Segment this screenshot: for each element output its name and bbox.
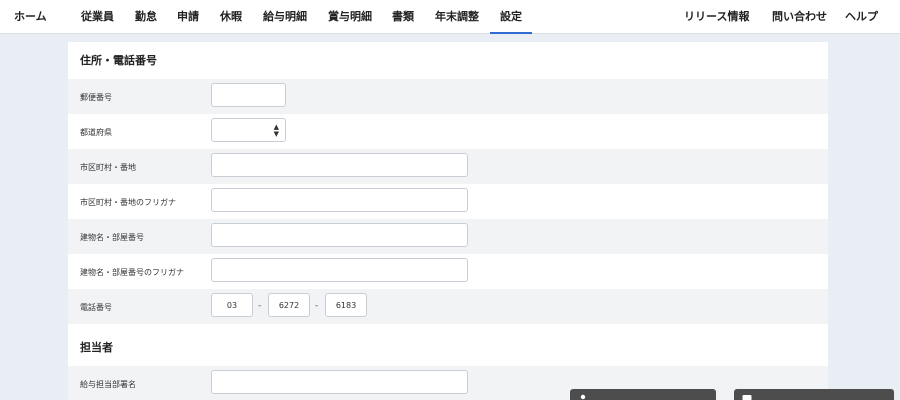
postal-code-label: 郵便番号 bbox=[80, 93, 112, 102]
nav-release-notes[interactable]: リリース情報 bbox=[684, 0, 749, 34]
contact-section-title: 担当者 bbox=[80, 341, 113, 354]
phone-row: 電話番号 03 - 6272 - 6183 bbox=[68, 289, 828, 324]
nav-payslip[interactable]: 給与明細 bbox=[263, 0, 307, 34]
building-label: 建物名・部屋番号 bbox=[80, 233, 144, 242]
nav-documents[interactable]: 書類 bbox=[392, 0, 414, 34]
phone-number-input[interactable]: 6183 bbox=[325, 293, 367, 317]
department-label: 給与担当部署名 bbox=[80, 380, 136, 389]
phone-separator: - bbox=[315, 301, 319, 311]
postal-code-input[interactable] bbox=[211, 83, 286, 107]
building-row: 建物名・部屋番号 bbox=[68, 219, 828, 254]
nav-bonus-slip[interactable]: 賞与明細 bbox=[328, 0, 372, 34]
address-section-title: 住所・電話番号 bbox=[80, 54, 157, 67]
city-input[interactable] bbox=[211, 153, 468, 177]
prefecture-label: 都道府県 bbox=[80, 128, 112, 137]
phone-separator: - bbox=[258, 301, 262, 311]
chat-icon bbox=[742, 394, 752, 400]
phone-label: 電話番号 bbox=[80, 303, 112, 312]
person-icon bbox=[580, 394, 586, 399]
floating-chat-button[interactable] bbox=[734, 389, 894, 400]
building-kana-input[interactable] bbox=[211, 258, 468, 282]
nav-year-end-adjustment[interactable]: 年末調整 bbox=[435, 0, 479, 34]
phone-area-code-input[interactable]: 03 bbox=[211, 293, 253, 317]
city-label: 市区町村・番地 bbox=[80, 163, 136, 172]
prefecture-select[interactable]: ▲ ▼ bbox=[211, 118, 286, 142]
phone-exchange-input[interactable]: 6272 bbox=[268, 293, 310, 317]
select-arrows-icon: ▲ ▼ bbox=[273, 123, 279, 138]
building-kana-label: 建物名・部屋番号のフリガナ bbox=[80, 268, 184, 277]
nav-contact[interactable]: 問い合わせ bbox=[772, 0, 827, 34]
nav-settings[interactable]: 設定 bbox=[490, 0, 532, 34]
prefecture-row: 都道府県 ▲ ▼ bbox=[68, 114, 828, 149]
city-kana-row: 市区町村・番地のフリガナ bbox=[68, 184, 828, 219]
nav-leave[interactable]: 休暇 bbox=[220, 0, 242, 34]
department-input[interactable] bbox=[211, 370, 468, 394]
city-kana-input[interactable] bbox=[211, 188, 468, 212]
nav-requests[interactable]: 申請 bbox=[177, 0, 199, 34]
city-row: 市区町村・番地 bbox=[68, 149, 828, 184]
nav-employees[interactable]: 従業員 bbox=[81, 0, 114, 34]
floating-help-button[interactable] bbox=[570, 389, 716, 400]
nav-help[interactable]: ヘルプ bbox=[845, 0, 878, 34]
city-kana-label: 市区町村・番地のフリガナ bbox=[80, 198, 176, 207]
postal-code-row: 郵便番号 bbox=[68, 79, 828, 114]
nav-attendance[interactable]: 勤怠 bbox=[135, 0, 157, 34]
top-nav: ホーム 従業員 勤怠 申請 休暇 給与明細 賞与明細 書類 年末調整 設定 リリ… bbox=[0, 0, 900, 34]
nav-home[interactable]: ホーム bbox=[14, 0, 47, 34]
building-input[interactable] bbox=[211, 223, 468, 247]
building-kana-row: 建物名・部屋番号のフリガナ bbox=[68, 254, 828, 289]
